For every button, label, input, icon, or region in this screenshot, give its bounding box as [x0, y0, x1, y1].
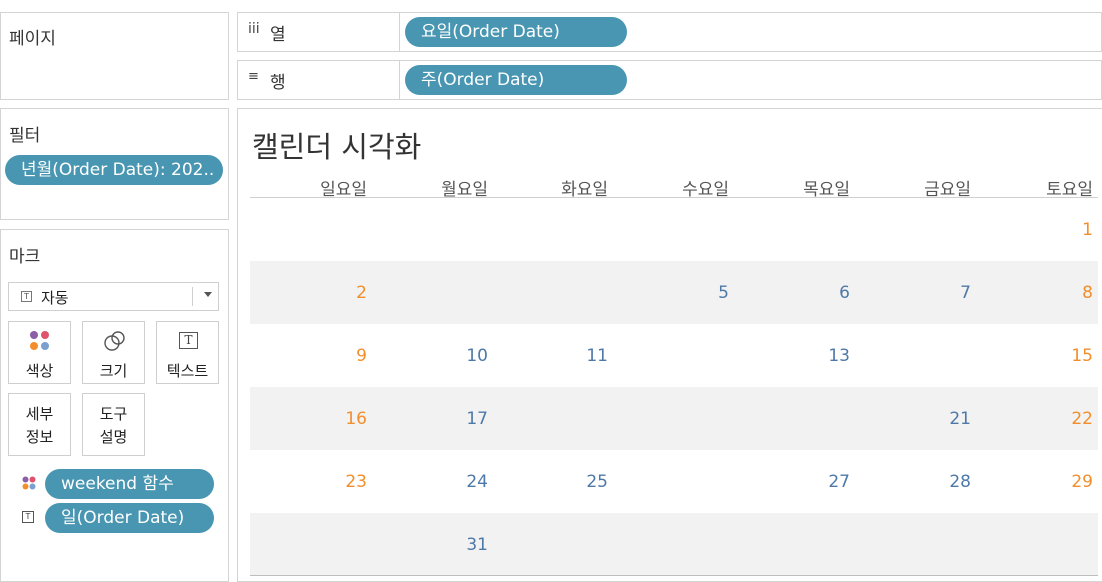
size-button[interactable]: 크기	[82, 321, 145, 384]
calendar-day[interactable]: 25	[498, 472, 608, 492]
text-mark-icon: T	[21, 291, 32, 302]
calendar-day[interactable]: 17	[378, 409, 488, 429]
text-button[interactable]: T 텍스트	[156, 321, 219, 384]
calendar-day[interactable]: 31	[378, 535, 488, 555]
calendar-day[interactable]: 6	[740, 283, 850, 303]
size-button-label: 크기	[99, 362, 128, 380]
pages-title: 페이지	[9, 29, 56, 49]
mark-field-weekend[interactable]: weekend 함수	[45, 469, 214, 499]
tooltip-label-line2: 설명	[99, 428, 128, 446]
calendar-day[interactable]: 16	[257, 409, 367, 429]
mark-type-label: 자동	[41, 289, 69, 307]
color-button[interactable]: 색상	[8, 321, 71, 384]
chevron-down-icon	[204, 292, 212, 297]
calendar-day[interactable]: 11	[498, 346, 608, 366]
columns-icon: iii	[248, 21, 260, 37]
mark-field-day[interactable]: 일(Order Date)	[45, 503, 214, 533]
detail-label-line1: 세부	[25, 405, 54, 423]
columns-shelf-label: iii 열	[238, 13, 400, 51]
dropdown-divider	[192, 287, 193, 306]
size-circles-icon	[104, 331, 125, 351]
columns-shelf: iii 열 요일(Order Date)	[237, 12, 1102, 52]
calendar-day[interactable]: 2	[257, 283, 367, 303]
filters-title: 필터	[9, 126, 41, 146]
columns-label: 열	[270, 25, 286, 45]
calendar-day[interactable]: 5	[619, 283, 729, 303]
marks-title: 마크	[9, 247, 41, 267]
calendar-day[interactable]: 13	[740, 346, 850, 366]
calendar-day[interactable]: 29	[983, 472, 1093, 492]
rows-pill-week[interactable]: 주(Order Date)	[405, 65, 627, 95]
color-button-label: 색상	[25, 362, 54, 380]
calendar-day[interactable]: 9	[257, 346, 367, 366]
detail-button[interactable]: 세부 정보	[8, 393, 71, 456]
rows-shelf: ≡ 행 주(Order Date)	[237, 60, 1102, 100]
color-dots-icon	[30, 331, 49, 350]
calendar-day[interactable]: 7	[861, 283, 971, 303]
text-box-icon: T	[179, 332, 198, 349]
color-dots-icon	[22, 476, 36, 490]
tooltip-label-line1: 도구	[99, 405, 128, 423]
columns-pill-weekday[interactable]: 요일(Order Date)	[405, 17, 627, 47]
tooltip-button[interactable]: 도구 설명	[82, 393, 145, 456]
grid-bottom-line	[250, 575, 1098, 576]
text-button-label: 텍스트	[166, 362, 209, 380]
rows-label: 행	[270, 73, 286, 93]
calendar-day[interactable]: 8	[983, 283, 1093, 303]
marks-panel: 마크 T 자동 색상 크기 T 텍스트 세부 정보 도구 설명 weekend …	[0, 229, 229, 582]
calendar-day[interactable]: 28	[861, 472, 971, 492]
calendar-day[interactable]: 24	[378, 472, 488, 492]
rows-icon: ≡	[248, 69, 259, 84]
text-mark-icon: T	[22, 511, 34, 523]
calendar-day[interactable]: 21	[861, 409, 971, 429]
mark-type-dropdown[interactable]: T 자동	[8, 282, 219, 311]
calendar-day[interactable]: 23	[257, 472, 367, 492]
calendar-day[interactable]: 22	[983, 409, 1093, 429]
calendar-day[interactable]: 27	[740, 472, 850, 492]
header-divider	[250, 197, 1098, 198]
view-title: 캘린더 시각화	[252, 130, 422, 164]
rows-shelf-label: ≡ 행	[238, 61, 400, 99]
detail-label-line2: 정보	[25, 428, 54, 446]
pages-panel: 페이지	[0, 12, 229, 100]
filters-panel: 필터 년월(Order Date): 202..	[0, 108, 229, 220]
calendar-day[interactable]: 10	[378, 346, 488, 366]
calendar-day[interactable]: 1	[983, 220, 1093, 240]
filter-pill-year-month[interactable]: 년월(Order Date): 202..	[5, 155, 223, 185]
calendar-day[interactable]: 15	[983, 346, 1093, 366]
